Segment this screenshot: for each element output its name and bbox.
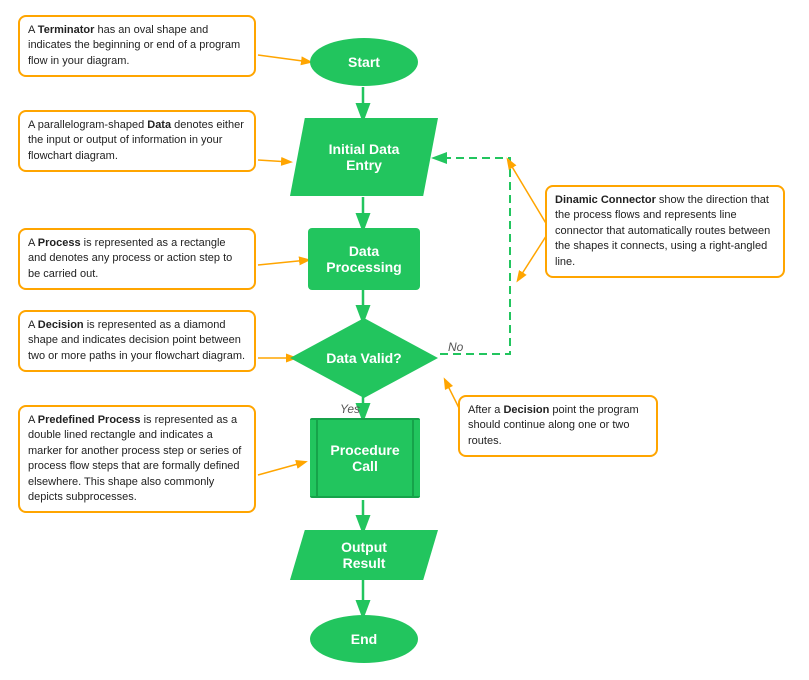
output-result-shape: Output Result: [290, 530, 438, 580]
annotation-decision: A Decision is represented as a diamond s…: [18, 310, 256, 372]
data-processing-shape: Data Processing: [308, 228, 420, 290]
annotation-terminator: A Terminator has an oval shape and indic…: [18, 15, 256, 77]
annotation-dynamic-connector: Dinamic Connector show the direction tha…: [545, 185, 785, 278]
annotation-process: A Process is represented as a rectangle …: [18, 228, 256, 290]
annotation-decision-note: After a Decision point the program shoul…: [458, 395, 658, 457]
annotation-data: A parallelogram-shaped Data denotes eith…: [18, 110, 256, 172]
yes-label: Yes: [340, 402, 360, 416]
flowchart-container: A Terminator has an oval shape and indic…: [0, 0, 809, 680]
annotation-predefined: A Predefined Process is represented as a…: [18, 405, 256, 513]
data-valid-shape: Data Valid?: [290, 318, 438, 398]
end-shape: End: [310, 615, 418, 663]
start-shape: Start: [310, 38, 418, 86]
procedure-call-shape: Procedure Call: [310, 418, 420, 498]
no-label: No: [448, 340, 463, 354]
initial-data-entry-shape: Initial Data Entry: [290, 118, 438, 196]
